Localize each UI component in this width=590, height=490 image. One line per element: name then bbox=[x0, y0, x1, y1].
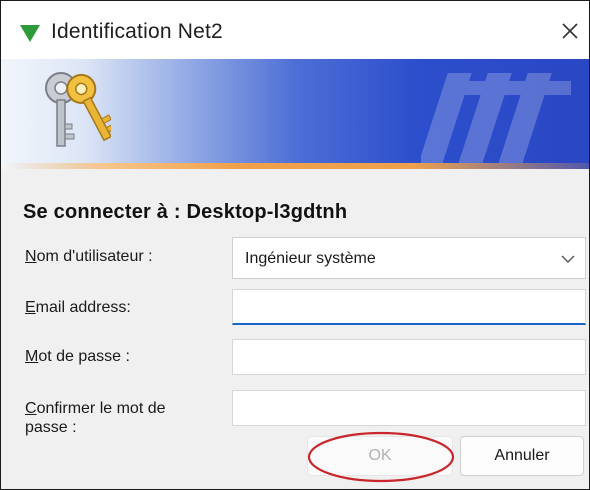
password-label-accelerator: M bbox=[25, 348, 39, 365]
cancel-button[interactable]: Annuler bbox=[460, 436, 584, 476]
username-dropdown[interactable]: Ingénieur système bbox=[232, 237, 586, 279]
background-logo-icon bbox=[421, 73, 571, 163]
confirm-label-text-line2: passe : bbox=[25, 419, 77, 436]
username-label-text: om d'utilisateur : bbox=[36, 248, 153, 265]
email-label-text: mail address: bbox=[35, 299, 131, 316]
password-label: Mot de passe : bbox=[25, 348, 130, 366]
title-bar: Identification Net2 bbox=[1, 1, 589, 59]
confirm-label-text: onfirmer le mot de bbox=[36, 400, 166, 417]
password-field[interactable] bbox=[232, 339, 586, 375]
email-label: Email address: bbox=[25, 299, 131, 317]
chevron-down-icon bbox=[561, 255, 575, 263]
connect-target-label: Se connecter à : Desktop-l3gdtnh bbox=[23, 201, 348, 223]
email-field[interactable] bbox=[232, 289, 586, 325]
password-label-text: ot de passe : bbox=[38, 348, 130, 365]
username-label-accelerator: N bbox=[25, 248, 37, 265]
email-label-accelerator: E bbox=[25, 299, 36, 316]
confirm-label-accelerator: C bbox=[25, 400, 37, 417]
ok-button[interactable]: OK bbox=[307, 436, 453, 476]
close-icon bbox=[562, 23, 578, 39]
green-triangle-icon bbox=[20, 25, 40, 42]
username-label: Nom d'utilisateur : bbox=[25, 248, 153, 266]
username-selected-value: Ingénieur système bbox=[245, 250, 376, 267]
confirm-password-label: Confirmer le mot de passe : bbox=[25, 399, 166, 437]
confirm-password-field[interactable] bbox=[232, 390, 586, 426]
close-button[interactable] bbox=[555, 15, 585, 47]
keys-icon bbox=[45, 72, 111, 147]
window-title: Identification Net2 bbox=[51, 20, 223, 43]
login-dialog: Identification Net2 Se connecter à: Des… bbox=[0, 0, 590, 490]
